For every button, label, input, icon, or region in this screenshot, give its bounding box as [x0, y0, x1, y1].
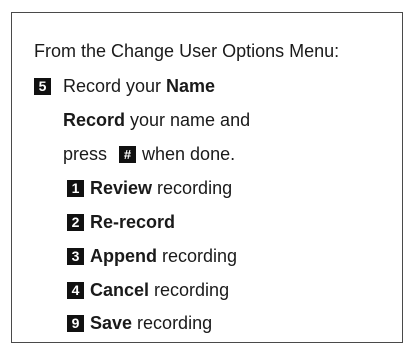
- press-text: press: [63, 144, 108, 164]
- key-4-icon: 4: [67, 281, 84, 299]
- option-bold: Re-record: [90, 212, 176, 232]
- instruction-panel: From the Change User Options Menu: 5 Rec…: [11, 12, 403, 343]
- instruction-line-2: press # when done.: [63, 143, 235, 165]
- instruction-line-1: Record your name and: [63, 109, 250, 131]
- key-2-icon: 2: [67, 213, 84, 231]
- option-rest: recording: [157, 246, 238, 266]
- instruction-bold: Record: [63, 110, 126, 130]
- key-1-icon: 1: [67, 179, 84, 197]
- key-3-icon: 3: [67, 247, 84, 265]
- option-bold: Save: [90, 313, 133, 333]
- option-bold: Append: [90, 246, 157, 266]
- option-row: 1 Review recording: [67, 177, 232, 199]
- step-record-name: 5 Record your Name: [34, 75, 215, 97]
- option-rest: recording: [149, 280, 230, 300]
- option-row: 3 Append recording: [67, 245, 237, 267]
- instruction-rest: your name and: [125, 110, 251, 130]
- menu-header-text: From the Change User Options Menu:: [34, 41, 340, 61]
- option-bold: Review: [90, 178, 153, 198]
- key-hash-icon: #: [119, 145, 137, 163]
- key-9-icon: 9: [67, 314, 84, 332]
- option-bold: Cancel: [90, 280, 150, 300]
- option-row: 9 Save recording: [67, 312, 212, 334]
- when-done-text: when done.: [142, 144, 236, 164]
- step-prefix: Record your: [63, 76, 167, 96]
- option-row: 4 Cancel recording: [67, 279, 229, 301]
- option-row: 2 Re-record: [67, 211, 175, 233]
- menu-header: From the Change User Options Menu:: [34, 40, 339, 62]
- option-rest: recording: [152, 178, 233, 198]
- step-bold: Name: [166, 76, 216, 96]
- key-5-icon: 5: [34, 77, 51, 95]
- option-rest: recording: [132, 313, 213, 333]
